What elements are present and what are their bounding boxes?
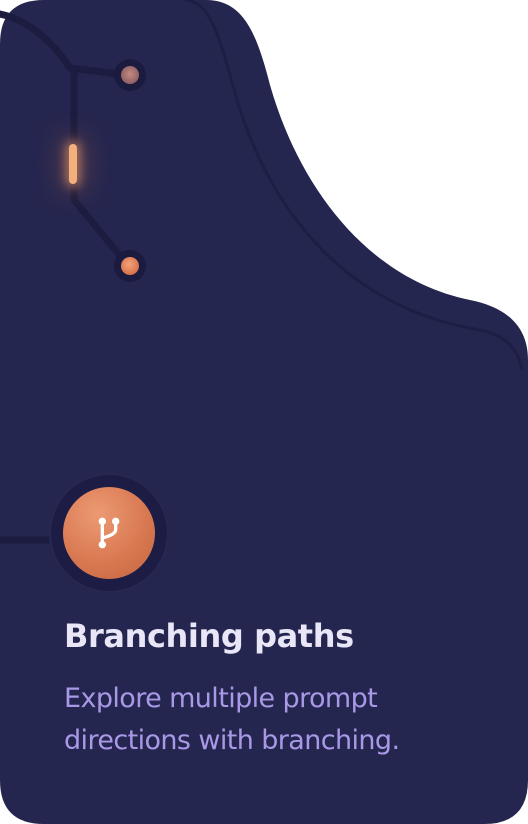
glow-indicator [69, 144, 77, 184]
git-branch-icon [98, 517, 120, 549]
feature-title: Branching paths [64, 617, 354, 655]
feature-card: Branching paths Explore multiple prompt … [0, 0, 528, 824]
feature-description: Explore multiple prompt directions with … [64, 683, 400, 756]
feature-icon-badge [63, 487, 155, 579]
